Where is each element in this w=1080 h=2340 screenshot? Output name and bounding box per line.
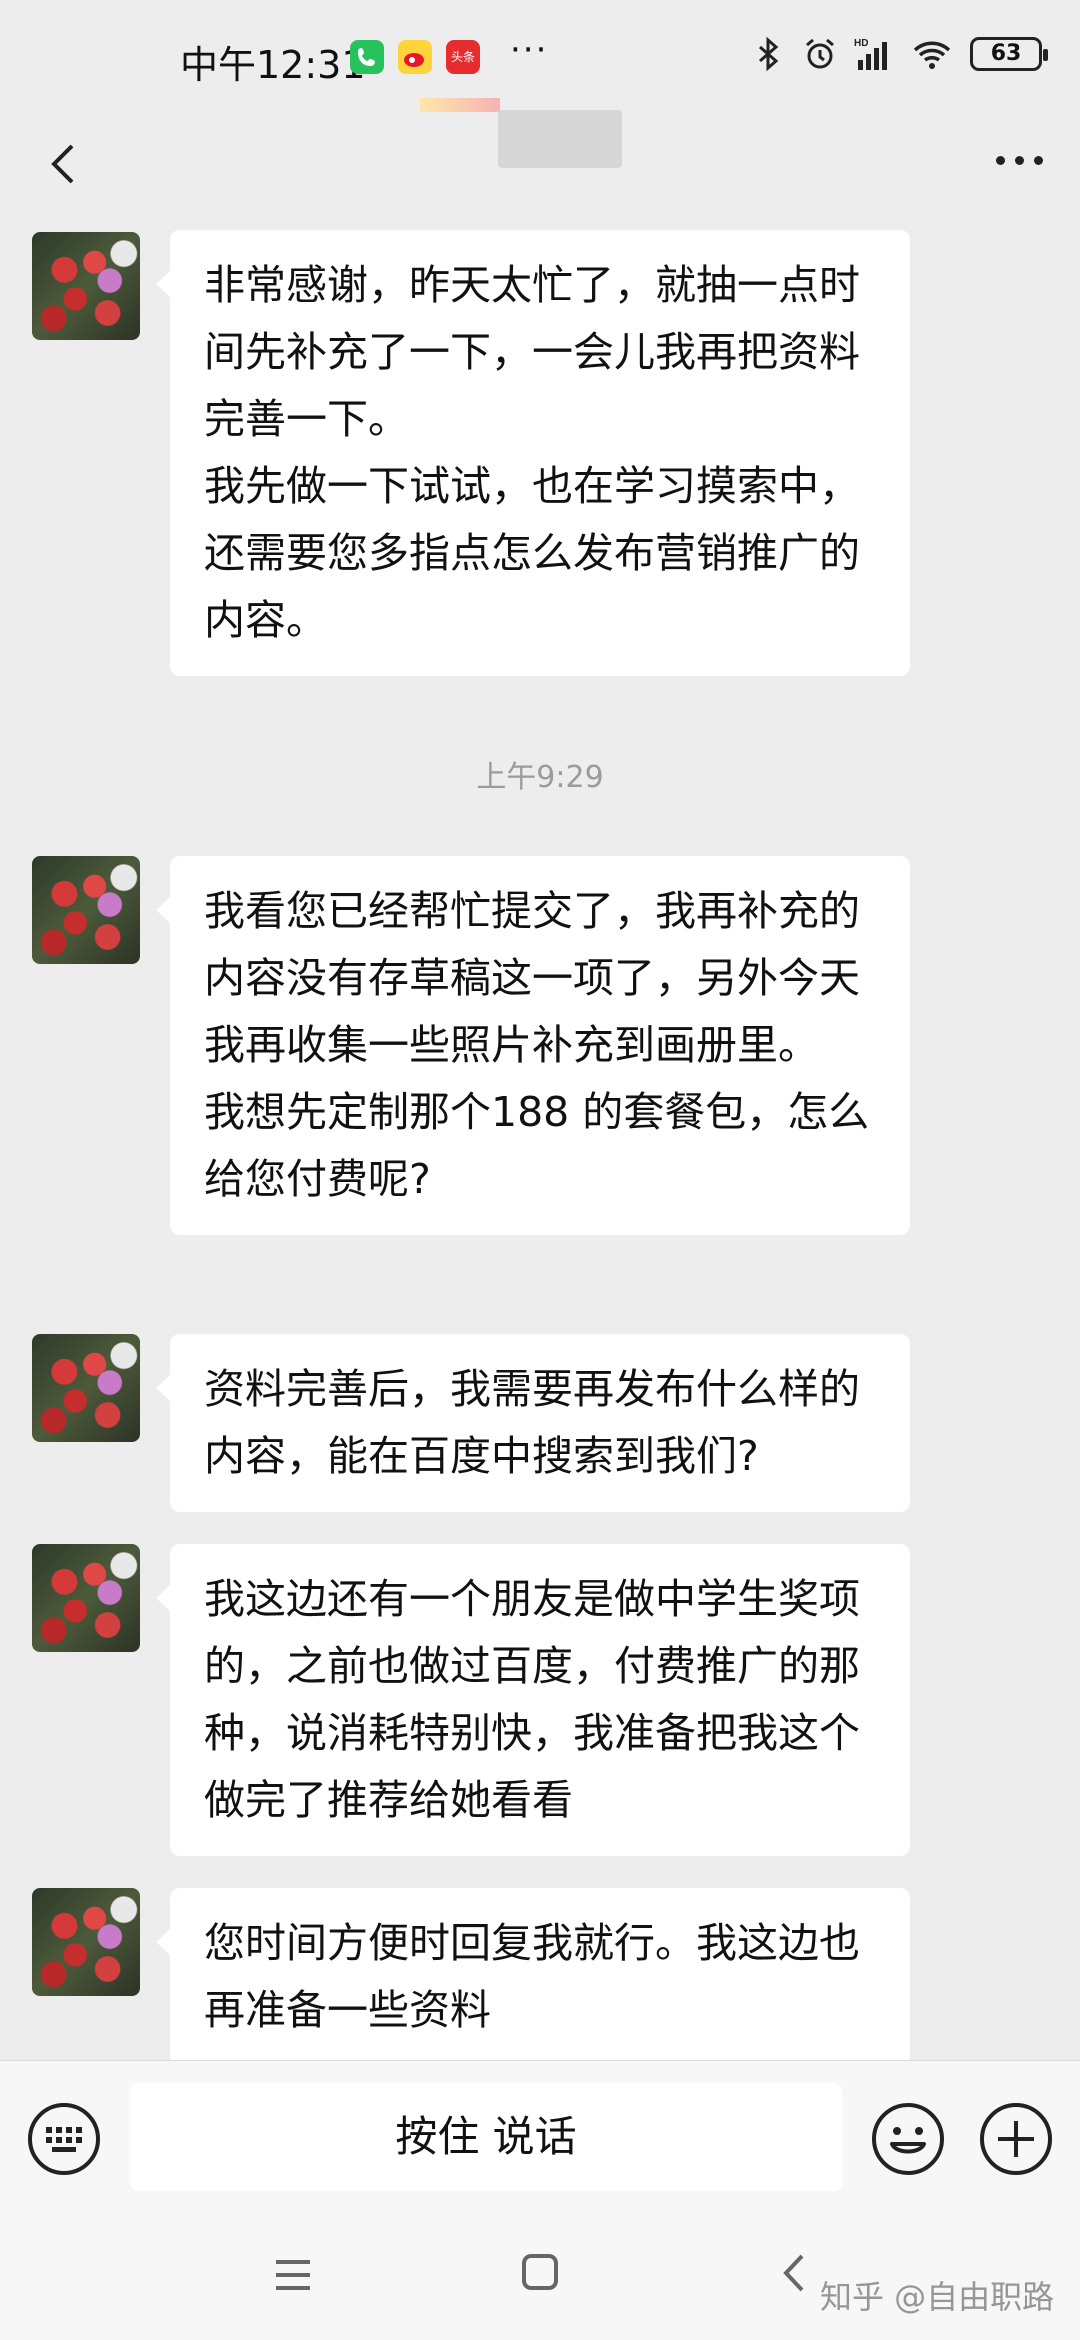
nav-back-button[interactable] (770, 2246, 820, 2300)
avatar[interactable] (32, 1334, 140, 1442)
wifi-icon (913, 41, 951, 69)
keyboard-button[interactable] (26, 2101, 102, 2177)
nav-home-button[interactable] (516, 2248, 564, 2296)
svg-text:HD: HD (854, 38, 868, 49)
message-text: 非常感谢，昨天太忙了，就抽一点时间先补充了一下，一会儿我再把资料完善一下。 (204, 261, 860, 443)
message-text: 我先做一下试试，也在学习摸索中，还需要您多指点怎么发布营销推广的内容。 (204, 462, 860, 644)
system-nav-bar: 知乎 @自由职路 (0, 2220, 1080, 2340)
message-text: 我看您已经帮忙提交了，我再补充的内容没有存草稿这一项了，另外今天我再收集一些照片… (204, 887, 860, 1069)
menu-icon (276, 2260, 310, 2290)
message-text: 我这边还有一个朋友是做中学生奖项的，之前也做过百度，付费推广的那种，说消耗特别快… (204, 1575, 860, 1824)
avatar[interactable] (32, 1544, 140, 1652)
phone-app-icon (350, 40, 384, 74)
alarm-icon (806, 38, 834, 69)
time-divider: 上午9:29 (476, 760, 604, 795)
keyboard-icon (28, 2103, 100, 2175)
message-bubble[interactable]: 我看您已经帮忙提交了，我再补充的内容没有存草稿这一项了，另外今天我再收集一些照片… (156, 856, 910, 1235)
battery-icon: 63 (970, 37, 1048, 71)
toutiao-app-icon: 头条 (446, 40, 480, 74)
hold-to-talk-button[interactable]: 按住 说话 (130, 2083, 842, 2191)
watermark: 知乎 @自由职路 (820, 2278, 1055, 2316)
nav-menu-button[interactable] (268, 2250, 318, 2300)
message-text: 您时间方便时回复我就行。我这边也再准备一些资料 (204, 1919, 860, 2034)
message-bubble[interactable]: 资料完善后，我需要再发布什么样的内容，能在百度中搜索到我们? (156, 1334, 910, 1512)
message-bubble[interactable]: 您时间方便时回复我就行。我这边也再准备一些资料 (156, 1888, 910, 2060)
avatar[interactable] (32, 856, 140, 964)
status-time: 中午12:31 (180, 43, 366, 87)
chat-title-redacted (498, 110, 622, 168)
title-accent (420, 98, 500, 112)
avatar[interactable] (32, 232, 140, 340)
plus-button[interactable] (978, 2101, 1054, 2177)
chat-list[interactable]: 非常感谢，昨天太忙了，就抽一点时间先补充了一下，一会儿我再把资料完善一下。 我先… (0, 220, 1080, 2060)
message-bubble[interactable]: 我这边还有一个朋友是做中学生奖项的，之前也做过百度，付费推广的那种，说消耗特别快… (156, 1544, 910, 1856)
weibo-app-icon (398, 40, 432, 74)
status-more-icon: ··· (510, 30, 549, 70)
plus-icon (980, 2103, 1052, 2175)
message-bubble[interactable]: 非常感谢，昨天太忙了，就抽一点时间先补充了一下，一会儿我再把资料完善一下。 我先… (156, 230, 910, 676)
message-text: 我想先定制那个188 的套餐包，怎么给您付费呢? (204, 1088, 870, 1203)
signal-hd-icon: HD (854, 38, 887, 70)
message-text: 资料完善后，我需要再发布什么样的内容，能在百度中搜索到我们? (204, 1365, 860, 1480)
status-bar: 中午12:31 头条 ··· HD 63 (0, 0, 1080, 110)
status-icons: HD 63 (750, 36, 1048, 72)
avatar[interactable] (32, 1888, 140, 1996)
chat-header (0, 98, 1080, 220)
back-button[interactable] (38, 128, 98, 198)
emoji-icon (872, 2103, 944, 2175)
home-icon (522, 2254, 558, 2290)
chevron-left-icon (51, 144, 74, 184)
bluetooth-icon (759, 36, 779, 72)
more-button[interactable] (990, 140, 1050, 180)
input-bar: 按住 说话 (0, 2060, 1080, 2221)
emoji-button[interactable] (870, 2101, 946, 2177)
back-icon (783, 2254, 804, 2292)
